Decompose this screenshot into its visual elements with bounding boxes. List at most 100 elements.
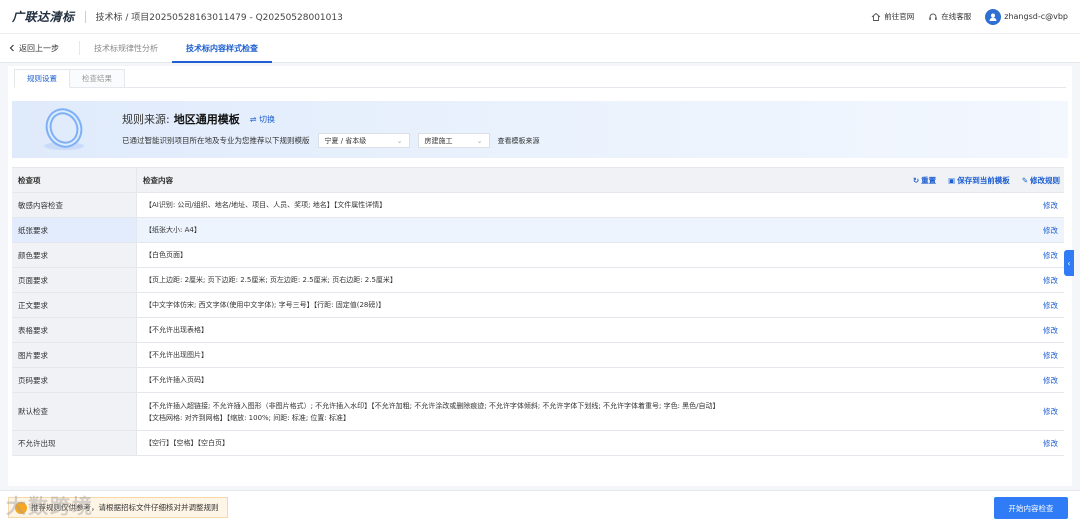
region-select[interactable]: 宁夏 / 省本级 ⌄: [317, 133, 410, 148]
row-content: 【白色页面】: [137, 243, 1024, 267]
major-select[interactable]: 房建施工 ⌄: [417, 133, 490, 148]
user-icon: [989, 13, 997, 21]
region-select-value: 宁夏 / 省本级: [324, 136, 367, 145]
rule-source-name: 地区通用模板: [173, 113, 240, 126]
recommend-line: 已通过智能识别项目所在地及专业为您推荐以下规则模版 宁夏 / 省本级 ⌄ 房建施…: [122, 133, 540, 148]
divider: [84, 10, 86, 23]
subtab-check-results[interactable]: 检查结果: [70, 69, 125, 88]
row-item-label: 正文要求: [12, 293, 137, 317]
main-card: 规则设置 检查结果 规则来源: 地区通用模板 ⇌ 切换 已通过智能识别项目所在地…: [8, 66, 1072, 486]
headset-icon: [929, 13, 937, 20]
back-label: 返回上一步: [19, 43, 59, 53]
modify-rules-button[interactable]: ✎ 修改规则: [1022, 175, 1060, 186]
row-content-line: 【文档网格: 对齐到网格】【缩放: 100%; 间距: 标准; 位置: 标准】: [145, 413, 351, 422]
official-site-link[interactable]: 前往官网: [871, 11, 914, 22]
table-row: 页码要求 【不允许插入页码】 修改: [12, 368, 1064, 393]
header-item: 检查项: [12, 168, 137, 192]
row-edit-link[interactable]: 修改: [1024, 243, 1064, 267]
rule-source-label: 规则来源:: [122, 113, 170, 126]
row-content-line: 【不允许出现表格】: [145, 326, 208, 334]
save-label: 保存到当前模板: [957, 175, 1010, 185]
table-row: 图片要求 【不允许出现图片】 修改: [12, 343, 1064, 368]
row-content-line: 【中文字体仿宋; 西文字体(使用中文字体); 字号三号】【行距: 固定值(28磅…: [145, 301, 386, 309]
subtabs-divider: [14, 87, 1066, 88]
row-content: 【空行】【空格】【空白页】: [137, 431, 1024, 455]
row-content: 【中文字体仿宋; 西文字体(使用中文字体); 字号三号】【行距: 固定值(28磅…: [137, 293, 1024, 317]
avatar: [985, 8, 1002, 25]
row-item-label: 表格要求: [12, 318, 137, 342]
row-edit-link[interactable]: 修改: [1024, 318, 1064, 342]
row-item-label: 页面要求: [12, 268, 137, 292]
row-content-line: 【空行】【空格】【空白页】: [145, 439, 229, 447]
refresh-icon: ↻: [912, 175, 920, 185]
brand-logo[interactable]: 广联达清标: [12, 8, 75, 25]
table-body: 敏感内容检查 【AI识别: 公司/组织、地名/地址、项目、人员、奖项; 地名】【文…: [12, 193, 1064, 456]
chevron-down-icon: ⌄: [396, 136, 403, 145]
switch-template-link[interactable]: ⇌ 切换: [250, 114, 275, 125]
major-select-value: 房建施工: [424, 136, 453, 145]
header-content: 检查内容 ↻ 重置 ▣ 保存到当前模板 ✎ 修改规则: [137, 168, 1064, 192]
row-content: 【不允许插入页码】: [137, 368, 1024, 392]
support-label: 在线客服: [941, 12, 972, 21]
save-template-button[interactable]: ▣ 保存到当前模板: [948, 175, 1010, 186]
row-item-label: 不允许出现: [12, 431, 137, 455]
back-button[interactable]: 返回上一步: [8, 41, 80, 55]
chevron-left-icon: ‹: [1067, 258, 1071, 268]
row-content: 【页上边距: 2厘米; 页下边距: 2.5厘米; 页左边距: 2.5厘米; 页右…: [137, 268, 1024, 292]
row-content-line: 【页上边距: 2厘米; 页下边距: 2.5厘米; 页左边距: 2.5厘米; 页右…: [145, 276, 397, 284]
modify-label: 修改规则: [1030, 175, 1060, 185]
row-edit-link[interactable]: 修改: [1024, 293, 1064, 317]
row-item-label: 敏感内容检查: [12, 193, 137, 217]
recommend-text: 已通过智能识别项目所在地及专业为您推荐以下规则模版: [122, 136, 310, 145]
table-header: 检查项 检查内容 ↻ 重置 ▣ 保存到当前模板 ✎ 修改规则: [12, 168, 1064, 193]
subtabs: 规则设置 检查结果: [14, 69, 125, 88]
watermark: 大数跨境: [6, 494, 94, 518]
view-template-source-link[interactable]: 查看模板来源: [498, 136, 540, 146]
row-item-label: 颜色要求: [12, 243, 137, 267]
chevron-down-icon: ⌄: [476, 136, 483, 145]
row-content-line: 【AI识别: 公司/组织、地名/地址、项目、人员、奖项; 地名】【文件属性详情】: [145, 201, 387, 209]
table-row: 页面要求 【页上边距: 2厘米; 页下边距: 2.5厘米; 页左边距: 2.5厘米…: [12, 268, 1064, 293]
row-content-line: 【纸张大小: A4】: [145, 226, 201, 234]
ring-illustration: [44, 108, 84, 150]
row-edit-link[interactable]: 修改: [1024, 218, 1064, 242]
subtab-rule-settings[interactable]: 规则设置: [14, 69, 70, 88]
row-content-line: 【不允许插入超链接; 不允许插入图形（非图片格式）; 不允许插入水印】【不允许加…: [145, 401, 720, 410]
table-row: 默认检查 【不允许插入超链接; 不允许插入图形（非图片格式）; 不允许插入水印】【…: [12, 393, 1064, 431]
reset-label: 重置: [921, 175, 937, 185]
rule-source-banner: 规则来源: 地区通用模板 ⇌ 切换 已通过智能识别项目所在地及专业为您推荐以下规…: [12, 101, 1068, 158]
row-edit-link[interactable]: 修改: [1024, 193, 1064, 217]
user-name: zhangsd-c@vbp: [1004, 12, 1068, 21]
chevron-left-icon: [9, 44, 14, 52]
start-check-button[interactable]: 开始内容检查: [994, 497, 1068, 519]
table-row: 纸张要求 【纸张大小: A4】 修改: [12, 218, 1064, 243]
save-icon: ▣: [948, 175, 956, 185]
row-edit-link[interactable]: 修改: [1024, 431, 1064, 455]
rules-table: 检查项 检查内容 ↻ 重置 ▣ 保存到当前模板 ✎ 修改规则 敏感内容检查 【AI识别:…: [12, 167, 1064, 456]
footer-bar: 推荐规则仅供参考，请根据招标文件仔细核对并调整规则 开始内容检查: [0, 490, 1080, 526]
row-item-label: 纸张要求: [12, 218, 137, 242]
table-actions: ↻ 重置 ▣ 保存到当前模板 ✎ 修改规则: [913, 175, 1064, 186]
table-row: 颜色要求 【白色页面】 修改: [12, 243, 1064, 268]
row-content: 【不允许插入超链接; 不允许插入图形（非图片格式）; 不允许插入水印】【不允许加…: [137, 393, 1024, 430]
row-edit-link[interactable]: 修改: [1024, 393, 1064, 430]
top-right-actions: 前往官网 在线客服 zhangsd-c@vbp: [871, 8, 1068, 25]
row-content-line: 【不允许出现图片】: [145, 351, 208, 359]
row-edit-link[interactable]: 修改: [1024, 343, 1064, 367]
support-link[interactable]: 在线客服: [928, 11, 971, 22]
row-edit-link[interactable]: 修改: [1024, 268, 1064, 292]
table-row: 不允许出现 【空行】【空格】【空白页】 修改: [12, 431, 1064, 456]
top-bar: 广联达清标 技术标 / 项目20250528163011479 - Q20250…: [0, 0, 1080, 34]
row-edit-link[interactable]: 修改: [1024, 368, 1064, 392]
side-panel-toggle[interactable]: ‹: [1064, 250, 1074, 276]
table-row: 表格要求 【不允许出现表格】 修改: [12, 318, 1064, 343]
reset-button[interactable]: ↻ 重置: [913, 175, 936, 186]
tab-regularity-analysis[interactable]: 技术标规律性分析: [80, 34, 172, 62]
tab-content-style-check[interactable]: 技术标内容样式检查: [172, 34, 272, 63]
user-menu[interactable]: zhangsd-c@vbp: [985, 8, 1068, 25]
row-content: 【纸张大小: A4】: [137, 218, 1024, 242]
switch-label: 切换: [258, 114, 275, 124]
edit-icon: ✎: [1021, 175, 1028, 185]
row-content: 【AI识别: 公司/组织、地名/地址、项目、人员、奖项; 地名】【文件属性详情】: [137, 193, 1024, 217]
home-icon: [871, 12, 881, 21]
